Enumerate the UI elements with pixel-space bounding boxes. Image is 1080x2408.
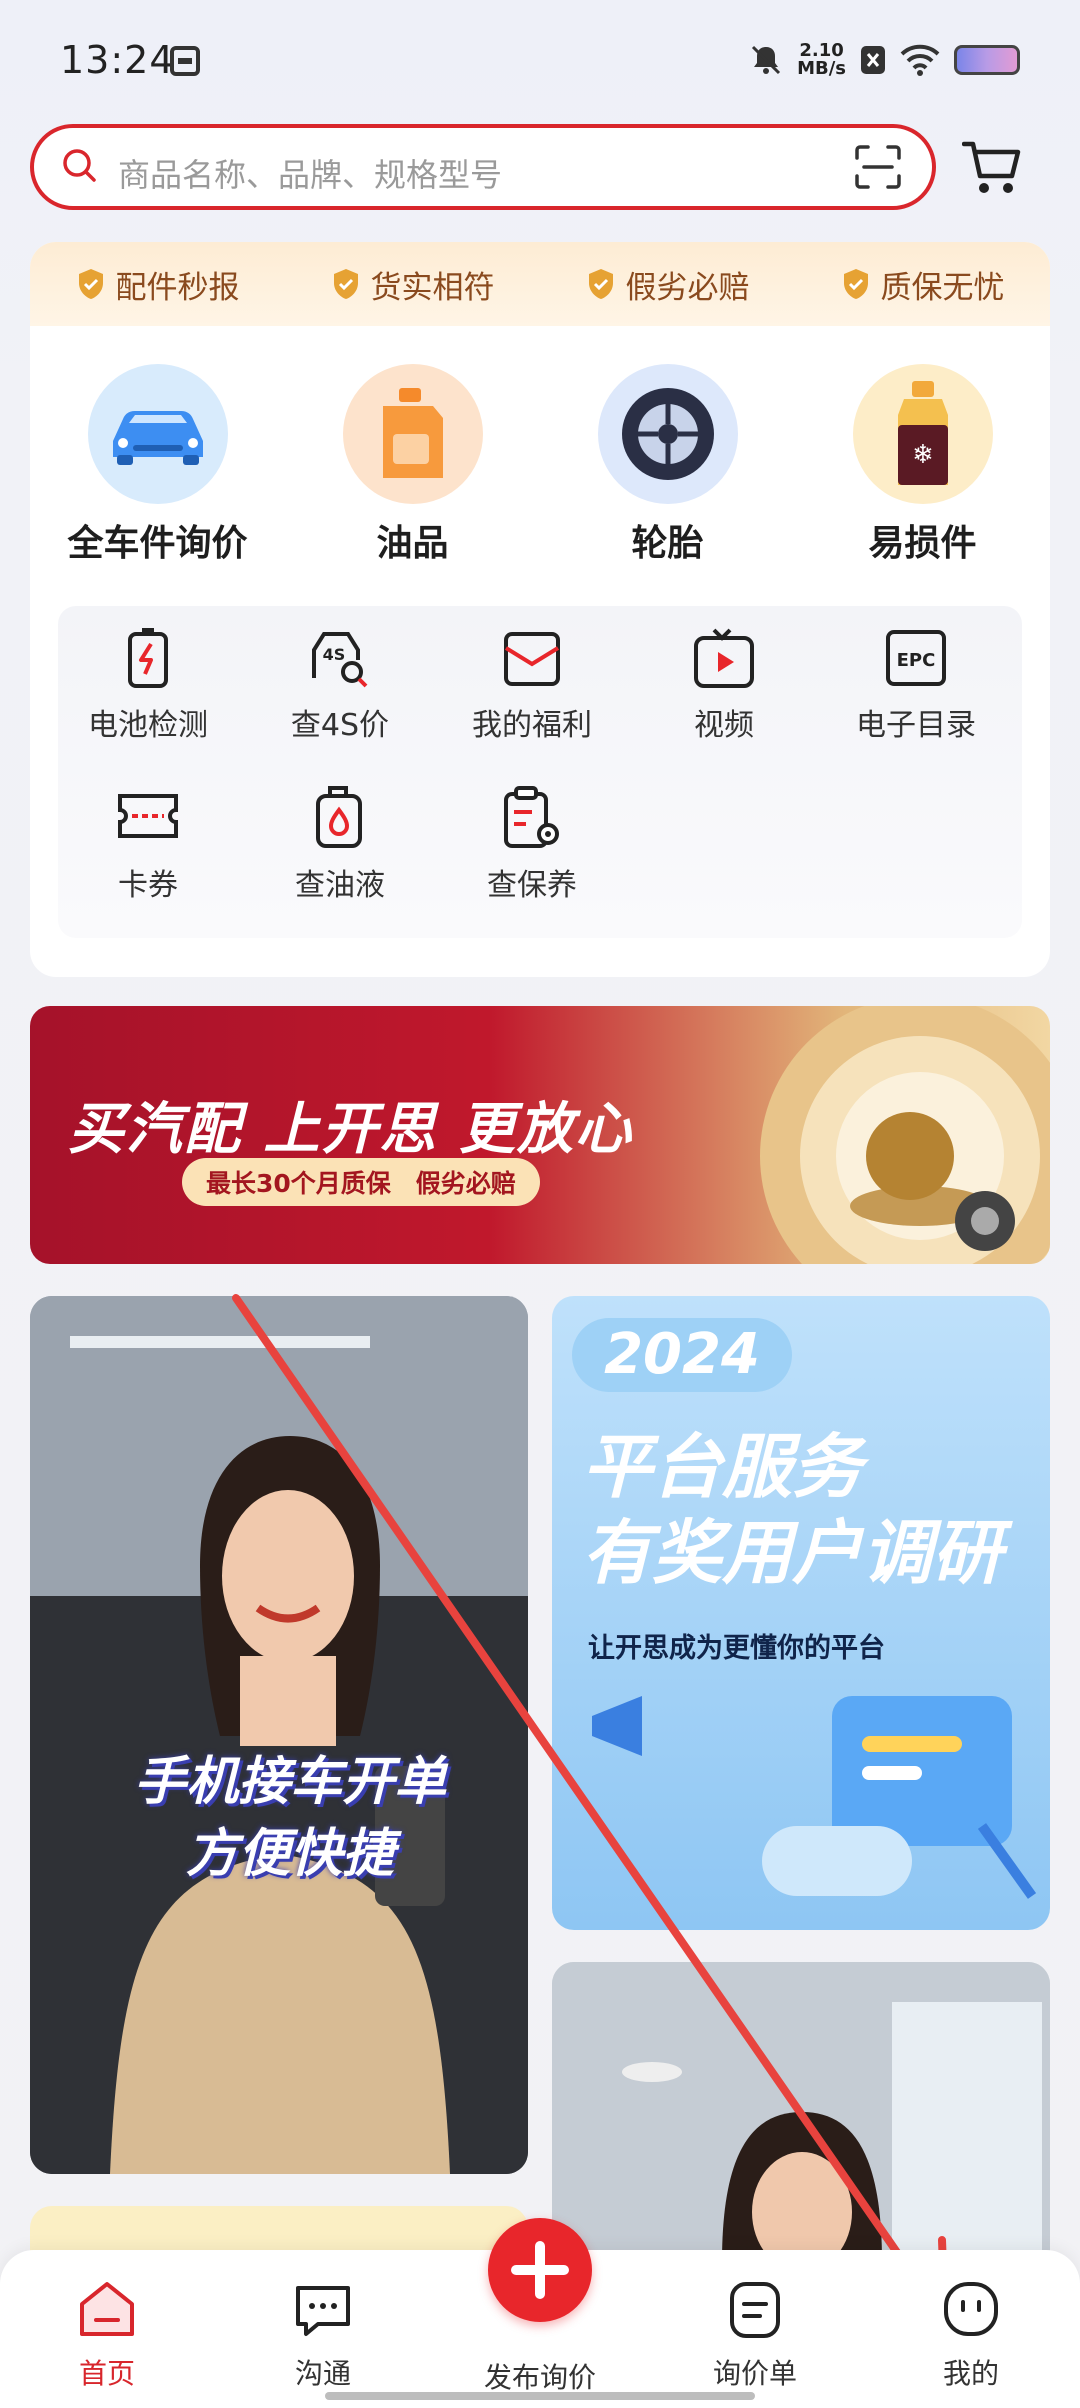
publish-inquiry-button[interactable] xyxy=(488,2218,592,2322)
status-time: 13:24 xyxy=(60,38,175,82)
category-tire[interactable]: 轮胎 xyxy=(548,364,788,564)
shield-check-icon xyxy=(333,269,358,299)
banner-pill: 最长30个月质保 假劣必赔 xyxy=(182,1158,540,1206)
survey-illustration xyxy=(592,1696,1037,1899)
home-icon xyxy=(80,2282,134,2336)
promise-item: 配件秒报 xyxy=(76,262,240,307)
category-oil[interactable]: 油品 xyxy=(293,364,533,564)
inquiry-list-icon xyxy=(730,2282,780,2338)
network-speed: 2.10 MB/s xyxy=(797,40,846,79)
nav-home[interactable]: 首页 xyxy=(32,2278,182,2392)
office-image xyxy=(552,1962,1050,2262)
battery-check-icon xyxy=(128,628,168,688)
tool-coupons[interactable]: 卡券 xyxy=(58,786,238,904)
banner-illustration xyxy=(760,1006,1050,1264)
nav-inquiry-list[interactable]: 询价单 xyxy=(680,2278,830,2392)
shield-check-icon xyxy=(78,269,103,299)
scan-icon[interactable] xyxy=(854,144,902,190)
home-indicator[interactable] xyxy=(325,2392,755,2400)
cart-icon[interactable] xyxy=(962,138,1022,196)
tire-icon xyxy=(597,364,738,504)
car-icon xyxy=(87,364,228,504)
search-bar[interactable]: 商品名称、品牌、规格型号 xyxy=(30,124,936,210)
coupon-icon xyxy=(118,794,178,838)
presenter-image xyxy=(30,1296,528,2174)
svg-text:❄: ❄ xyxy=(912,440,934,470)
category-full-vehicle-inquiry[interactable]: 全车件询价 xyxy=(38,364,278,564)
tool-check-fluids[interactable]: 查油液 xyxy=(250,786,430,904)
survey-title: 平台服务 有奖用户调研 xyxy=(582,1426,1002,1594)
publish-inquiry-label: 发布询价 xyxy=(483,2361,596,2394)
nav-chat[interactable]: 沟通 xyxy=(248,2278,398,2392)
maintenance-clipboard-icon xyxy=(504,786,559,848)
4s-price-icon: 4S xyxy=(312,632,368,688)
tool-video[interactable]: 视频 xyxy=(634,626,814,744)
feed-card-survey[interactable]: 2024 平台服务 有奖用户调研 让开思成为更懂你的平台 xyxy=(552,1296,1050,1930)
promise-item: 货实相符 xyxy=(331,262,495,307)
svg-text:EPC: EPC xyxy=(897,650,936,671)
plus-icon xyxy=(511,2241,569,2299)
search-input[interactable]: 商品名称、品牌、规格型号 xyxy=(118,150,502,196)
tool-grid: 电池检测 4S 查4S价 我的福利 视频 EPC 电子目录 卡券 查油液 查保养 xyxy=(58,606,1022,938)
battery-icon xyxy=(954,45,1020,75)
status-icons: 2.10 MB/s xyxy=(749,40,1020,80)
feed-card-caption: 手机接车开单 方便快捷 xyxy=(133,1752,446,1884)
nav-mine[interactable]: 我的 xyxy=(896,2278,1046,2392)
oil-can-icon xyxy=(342,364,483,504)
profile-face-icon xyxy=(944,2282,998,2336)
survey-subtitle: 让开思成为更懂你的平台 xyxy=(588,1633,885,1664)
category-wear-parts[interactable]: ❄ 易损件 xyxy=(803,364,1043,564)
main-card: 配件秒报 货实相符 假劣必赔 质保无忧 全车件询价 油品 轮胎 ❄ 易损件 电池… xyxy=(30,242,1050,977)
coolant-bottle-icon: ❄ xyxy=(852,364,993,504)
fluid-bottle-icon xyxy=(316,786,362,848)
feed-card-video[interactable]: 手机接车开单 方便快捷 xyxy=(30,1296,528,2174)
svg-text:4S: 4S xyxy=(323,645,346,664)
chat-icon xyxy=(296,2286,350,2336)
wifi-icon xyxy=(900,44,940,76)
shield-check-icon xyxy=(843,269,868,299)
feed-card-office[interactable] xyxy=(552,1962,1050,2262)
shield-check-icon xyxy=(588,269,613,299)
banner-title: 买汽配 上开思 更放心 xyxy=(68,1097,633,1162)
tool-electronic-catalog[interactable]: EPC 电子目录 xyxy=(826,626,1006,744)
close-box-icon xyxy=(861,46,885,74)
video-tv-icon xyxy=(694,628,754,688)
calendar-icon xyxy=(170,46,200,76)
mute-icon xyxy=(752,45,781,75)
tool-battery-check[interactable]: 电池检测 xyxy=(58,626,238,744)
promo-banner[interactable]: 买汽配 上开思 更放心 最长30个月质保 假劣必赔 xyxy=(30,1006,1050,1264)
tool-check-maintenance[interactable]: 查保养 xyxy=(442,786,622,904)
tool-4s-price[interactable]: 4S 查4S价 xyxy=(250,626,430,744)
promise-item: 假劣必赔 xyxy=(586,262,750,307)
tool-my-benefits[interactable]: 我的福利 xyxy=(442,626,622,744)
epc-catalog-icon: EPC xyxy=(886,630,946,686)
category-row: 全车件询价 油品 轮胎 ❄ 易损件 xyxy=(30,364,1050,564)
search-icon xyxy=(63,149,96,182)
promise-item: 质保无忧 xyxy=(841,262,1005,307)
survey-year-badge: 2024 xyxy=(572,1318,792,1392)
gift-envelope-icon xyxy=(504,632,560,686)
service-promise-strip: 配件秒报 货实相符 假劣必赔 质保无忧 xyxy=(30,242,1050,326)
